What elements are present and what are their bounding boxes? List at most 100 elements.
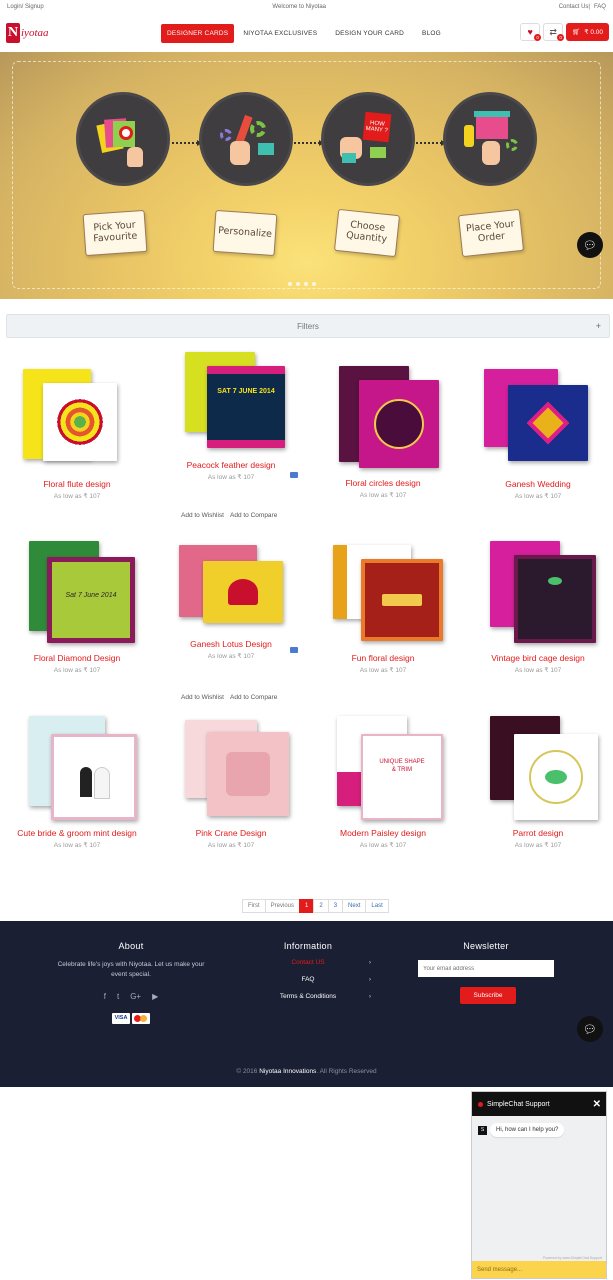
wishlist-button[interactable]: ♥ 0 [520,23,542,41]
welcome-text: Welcome to Niyotaa [272,4,326,10]
product-card[interactable]: Ganesh Wedding As low as ₹ 107 [463,367,613,500]
newsletter-email-input[interactable] [418,960,554,977]
product-card[interactable]: Floral circles design As low as ₹ 107 [308,366,458,499]
product-image[interactable] [323,366,443,476]
twitter-icon[interactable]: t [117,992,119,1001]
youtube-icon[interactable]: ▶ [152,992,158,1001]
product-name[interactable]: Floral circles design [308,478,458,488]
logo[interactable]: N iyotaa [6,23,156,43]
link-label: FAQ [301,976,315,983]
top-bar: Login/ Signup Welcome to Niyotaa Contact… [0,0,613,14]
product-image[interactable]: UNIQUE SHAPE & TRIM [323,716,443,826]
product-image[interactable]: SAT 7 JUNE 2014 [171,348,291,458]
gear-icon [220,129,232,141]
product-image[interactable]: Sat 7 June 2014 [17,541,137,651]
chat-bubble-icon[interactable]: 💬︎ [577,232,603,258]
google-plus-icon[interactable]: G+ [130,992,141,1001]
nav-blog[interactable]: BLOG [413,25,450,42]
copyright-brand[interactable]: Niyotaa Innovations [259,1068,316,1075]
nav-niyotaa-exclusives[interactable]: NIYOTAA EXCLUSIVES [234,25,326,42]
product-name[interactable]: Floral flute design [2,479,152,489]
parrot-icon [545,770,567,784]
product-name[interactable]: Ganesh Lotus Design [156,639,306,649]
copyright-suffix: . All Rights Reserved [316,1068,377,1075]
product-card[interactable]: UNIQUE SHAPE & TRIM Modern Paisley design… [308,716,458,849]
hero-banner: HOW MANY ? Pick Your Favourite Personali… [0,52,613,299]
coins-icon [464,125,474,147]
product-card[interactable]: Vintage bird cage design As low as ₹ 107 [463,541,613,674]
expand-icon[interactable]: + [596,321,601,331]
product-price: As low as ₹ 107 [207,474,255,481]
product-name[interactable]: Floral Diamond Design [2,653,152,663]
carousel-dot[interactable] [296,282,300,286]
add-to-wishlist-link[interactable]: Add to Wishlist [181,694,224,701]
camera-icon[interactable] [290,647,298,653]
target-icon [119,126,133,140]
camera-icon[interactable] [290,472,298,478]
product-name[interactable]: Fun floral design [308,653,458,663]
nav-design-your-card[interactable]: DESIGN YOUR CARD [326,25,413,42]
add-to-wishlist-link[interactable]: Add to Wishlist [181,512,224,519]
add-to-compare-link[interactable]: Add to Compare [230,694,277,701]
chat-message: S Hi, how can I help you? [478,1123,565,1137]
product-image[interactable] [478,541,598,651]
step-arrow [416,140,446,146]
product-image[interactable] [323,541,443,651]
product-card[interactable]: SAT 7 JUNE 2014 Peacock feather design A… [156,348,306,481]
page-last[interactable]: Last [365,899,389,913]
product-name[interactable]: Vintage bird cage design [463,653,613,663]
product-name[interactable]: Peacock feather design [156,460,306,470]
product-name[interactable]: Parrot design [463,828,613,838]
page-next[interactable]: Next [342,899,367,913]
footer-link-faq[interactable]: FAQ › [248,976,371,993]
compare-button[interactable]: ⇄ 0 [543,23,565,41]
nav-designer-cards[interactable]: DESIGNER CARDS [161,24,235,43]
product-price: As low as ₹ 107 [207,842,255,849]
product-image[interactable] [478,367,598,477]
faq-link[interactable]: FAQ [594,4,606,10]
login-signup-link[interactable]: Login/ Signup [7,4,44,10]
page-2[interactable]: 2 [313,899,329,913]
product-card[interactable]: Ganesh Lotus Design As low as ₹ 107 [156,527,306,660]
add-to-compare-link[interactable]: Add to Compare [230,512,277,519]
product-name[interactable]: Ganesh Wedding [463,479,613,489]
card-date-text: SAT 7 JUNE 2014 [217,388,275,395]
contact-link[interactable]: Contact Us [559,4,589,10]
product-name[interactable]: Modern Paisley design [308,828,458,838]
bride-figure [94,767,110,799]
subscribe-button[interactable]: Subscribe [460,987,516,1004]
facebook-icon[interactable]: f [104,992,106,1001]
product-card[interactable]: Fun floral design As low as ₹ 107 [308,541,458,674]
product-card[interactable]: Parrot design As low as ₹ 107 [463,716,613,849]
chat-powered-by[interactable]: Powered by www.SimpleChat.Support [543,1256,602,1260]
carousel-dot[interactable] [312,282,316,286]
product-image[interactable] [17,367,137,477]
cart-button[interactable]: 🛒︎ ₹ 0.00 [566,23,609,41]
product-card[interactable]: Cute bride & groom mint design As low as… [2,716,152,849]
chat-message-input[interactable]: Send message... [472,1261,606,1278]
carousel-dot[interactable] [288,282,292,286]
product-card[interactable]: Pink Crane Design As low as ₹ 107 [156,716,306,849]
product-image[interactable] [171,527,291,637]
product-image[interactable] [171,716,291,826]
page-1[interactable]: 1 [299,899,315,913]
product-card[interactable]: Floral flute design As low as ₹ 107 [2,367,152,500]
chat-bubble-icon[interactable]: 💬︎ [577,1016,603,1042]
close-icon[interactable]: ✕ [593,1099,601,1110]
chat-header[interactable]: SimpleChat Support ✕ [472,1092,606,1116]
product-card[interactable]: Sat 7 June 2014 Floral Diamond Design As… [2,541,152,674]
page-first[interactable]: First [242,899,266,913]
product-image[interactable] [17,716,137,826]
page-3[interactable]: 3 [327,899,344,913]
card-shape: Sat 7 June 2014 [47,557,135,643]
page-previous[interactable]: Previous [264,899,301,913]
step-label-quantity: Choose Quantity [333,208,401,258]
product-image[interactable] [478,716,598,826]
carousel-dot[interactable] [304,282,308,286]
filters-bar[interactable]: Filters + [6,314,610,338]
crane-pattern [226,752,270,796]
product-name[interactable]: Pink Crane Design [156,828,306,838]
footer-link-contact[interactable]: Contact US › [248,959,371,976]
product-name[interactable]: Cute bride & groom mint design [2,828,152,838]
footer-link-terms[interactable]: Terms & Conditions › [248,993,371,1010]
